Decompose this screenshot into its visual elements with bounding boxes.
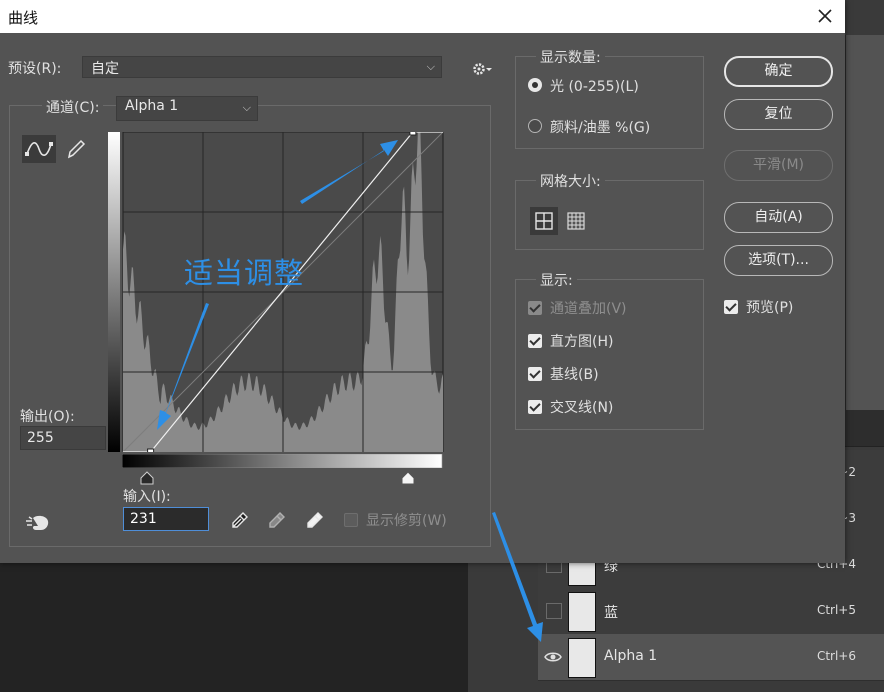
arrow-icon [300, 140, 398, 204]
arrow-icon [492, 512, 543, 642]
annotation-arrows [157, 140, 543, 642]
arrow-icon [157, 303, 209, 430]
